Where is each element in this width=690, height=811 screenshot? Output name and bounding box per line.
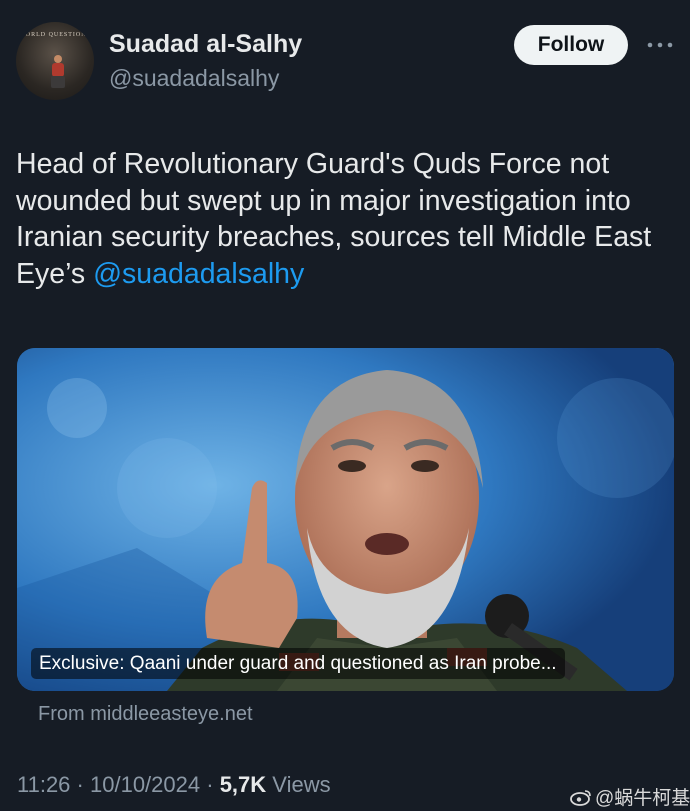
follow-button[interactable]: Follow — [514, 25, 628, 65]
avatar-logo-text: WORLD QUESTIONS — [19, 32, 91, 38]
tweet-time[interactable]: 11:26 — [17, 772, 70, 797]
tweet-text: Head of Revolutionary Guard's Quds Force… — [16, 146, 676, 292]
card-photo — [17, 348, 674, 691]
more-horizontal-icon[interactable] — [645, 38, 675, 52]
watermark: @蜗牛柯基 — [570, 783, 690, 810]
card-caption: Exclusive: Qaani under guard and questio… — [31, 648, 565, 679]
meta-separator: · — [76, 772, 84, 797]
tweet-date[interactable]: 10/10/2024 — [90, 772, 200, 797]
weibo-icon — [570, 789, 591, 806]
link-card[interactable] — [17, 348, 674, 691]
views-count: 5,7K — [219, 772, 267, 797]
author-avatar[interactable]: WORLD QUESTIONS — [16, 22, 94, 100]
author-handle[interactable]: @suadadalsalhy — [109, 65, 279, 92]
author-name[interactable]: Suadad al-Salhy — [109, 30, 302, 59]
tweet-mention-link[interactable]: @suadadalsalhy — [93, 258, 304, 290]
card-source[interactable]: From middleeasteye.net — [38, 703, 253, 726]
watermark-text: @蜗牛柯基 — [595, 788, 690, 809]
avatar-person-figure — [51, 55, 65, 88]
tweet-meta: 11:26 · 10/10/2024 · 5,7K Views — [17, 772, 331, 798]
views-label: Views — [272, 772, 331, 797]
meta-separator: · — [206, 772, 214, 797]
